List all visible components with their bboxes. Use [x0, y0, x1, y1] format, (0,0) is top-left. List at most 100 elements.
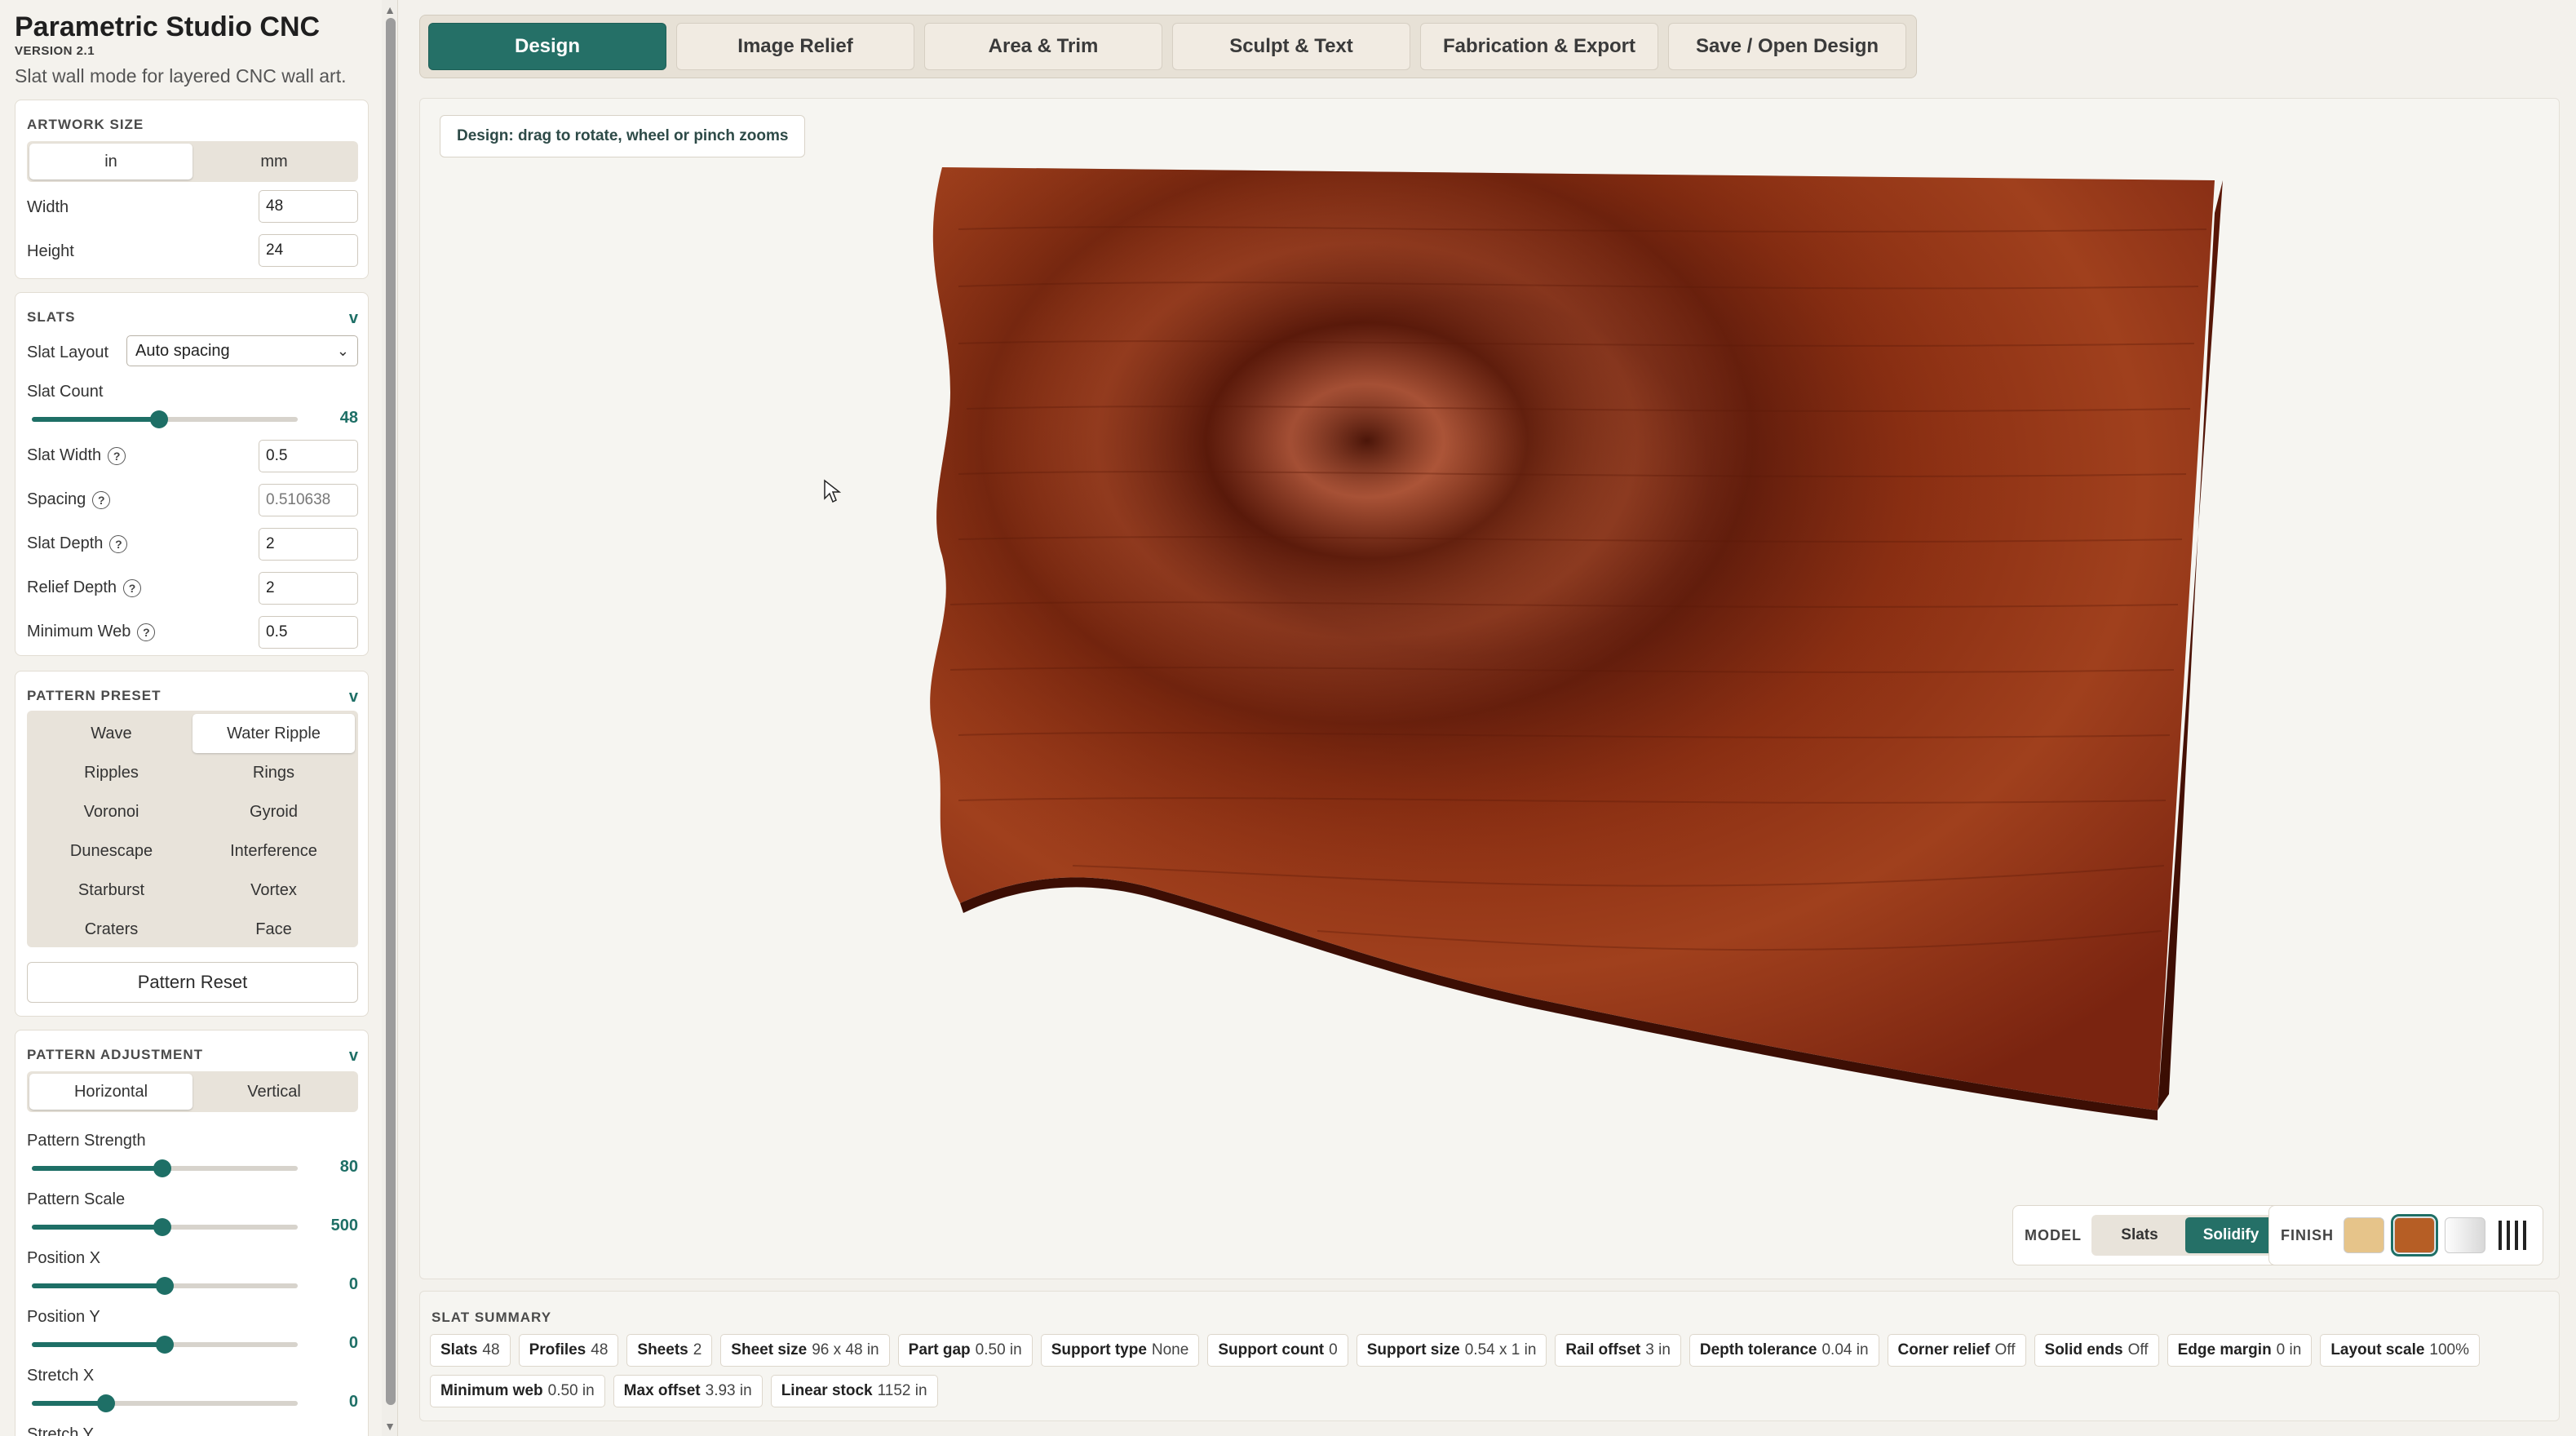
pattern-preset-panel: PATTERN PRESET v Wave Water Ripple Rippl… [15, 671, 369, 1017]
walnut-swatch[interactable] [2391, 1214, 2439, 1256]
app-title: Parametric Studio CNC [15, 11, 321, 42]
slider-knob[interactable] [153, 1218, 171, 1236]
preset-option[interactable]: Ripples [30, 753, 193, 792]
collapse-icon[interactable]: v [349, 309, 358, 328]
model-option-slats[interactable]: Slats [2094, 1217, 2185, 1253]
slat-depth-input[interactable]: 2 [259, 528, 358, 561]
maple-swatch[interactable] [2344, 1217, 2385, 1253]
preset-option[interactable]: Starburst [30, 871, 193, 910]
pattern-strength-slider[interactable] [32, 1159, 298, 1177]
width-input[interactable]: 48 [259, 190, 358, 223]
finish-label: FINISH [2281, 1226, 2335, 1243]
preset-option[interactable]: Vortex [193, 871, 355, 910]
tab-area-trim[interactable]: Area & Trim [924, 23, 1162, 70]
slider-knob[interactable] [150, 410, 169, 428]
tab-image-relief[interactable]: Image Relief [676, 23, 914, 70]
slider-knob[interactable] [153, 1159, 171, 1177]
preset-option[interactable]: Water Ripple [193, 714, 355, 753]
viewport-hint: Design: drag to rotate, wheel or pinch z… [440, 115, 806, 157]
tab-fabrication-export[interactable]: Fabrication & Export [1420, 23, 1658, 70]
summary-chip: Support size 0.54 x 1 in [1356, 1334, 1547, 1367]
pattern-adjustment-panel: PATTERN ADJUSTMENT v Horizontal Vertical… [15, 1030, 369, 1436]
slider-fill [32, 1166, 162, 1171]
artwork-size-panel: ARTWORK SIZE in mm Width 48 Height 24 [15, 100, 369, 279]
preset-option[interactable]: Gyroid [193, 792, 355, 831]
slat-layout-select[interactable]: Auto spacing ⌄ [126, 335, 358, 366]
summary-chip-label: Solid ends [2044, 1341, 2123, 1358]
preset-option[interactable]: Face [193, 910, 355, 949]
position-y-slider[interactable] [32, 1336, 298, 1354]
minimum-web-label: Minimum Web? [27, 623, 156, 641]
summary-chip-value: 2 [693, 1341, 702, 1358]
sidebar-scrollbar-thumb[interactable] [386, 18, 396, 1405]
finish-controls: FINISH [2268, 1205, 2544, 1265]
stretch-y-label: Stretch Y [27, 1425, 94, 1436]
summary-chip-value: 0.50 in [975, 1341, 1022, 1358]
stretch-x-label: Stretch X [27, 1367, 95, 1385]
scroll-down-icon[interactable]: ▼ [383, 1420, 396, 1433]
relief-depth-input[interactable]: 2 [259, 572, 358, 605]
help-icon[interactable]: ? [92, 490, 111, 509]
summary-chip-label: Part gap [908, 1341, 971, 1358]
summary-chip-label: Max offset [623, 1382, 701, 1399]
help-icon[interactable]: ? [137, 623, 156, 641]
minimum-web-input[interactable]: 0.5 [259, 616, 358, 649]
help-icon[interactable]: ? [109, 534, 128, 553]
panel-title: SLATS [27, 309, 76, 325]
summary-chip: Rail offset 3 in [1555, 1334, 1681, 1367]
unit-option-in[interactable]: in [29, 144, 193, 180]
pattern-scale-slider[interactable] [32, 1218, 298, 1236]
3d-viewport[interactable]: Design: drag to rotate, wheel or pinch z… [419, 98, 2560, 1279]
model-option-solidify[interactable]: Solidify [2185, 1217, 2277, 1253]
pattern-reset-button[interactable]: Pattern Reset [27, 962, 358, 1003]
slider-fill [32, 1225, 162, 1230]
tab-save-open[interactable]: Save / Open Design [1668, 23, 1906, 70]
slat-width-input[interactable]: 0.5 [259, 440, 358, 472]
scroll-up-icon[interactable]: ▲ [383, 3, 396, 16]
preset-option[interactable]: Rings [193, 753, 355, 792]
unit-option-mm[interactable]: mm [193, 144, 356, 180]
wall-art-model[interactable] [420, 99, 2561, 1280]
preset-option[interactable]: Interference [193, 831, 355, 871]
height-label: Height [27, 242, 74, 260]
position-x-slider[interactable] [32, 1277, 298, 1295]
summary-chip-value: 48 [591, 1341, 609, 1358]
orientation-horizontal[interactable]: Horizontal [29, 1074, 193, 1110]
summary-chip-label: Profiles [529, 1341, 586, 1358]
stretch-x-slider[interactable] [32, 1394, 298, 1412]
panel-title: PATTERN ADJUSTMENT [27, 1047, 204, 1062]
orientation-vertical[interactable]: Vertical [193, 1074, 356, 1110]
slats-panel: SLATS v Slat Layout Auto spacing ⌄ Slat C… [15, 292, 369, 656]
summary-title: SLAT SUMMARY [432, 1310, 552, 1325]
tab-sculpt-text[interactable]: Sculpt & Text [1172, 23, 1410, 70]
summary-chip: Support count 0 [1207, 1334, 1348, 1367]
slat-layout-label: Slat Layout [27, 343, 109, 361]
slats-view-icon[interactable] [2495, 1217, 2531, 1253]
height-input[interactable]: 24 [259, 234, 358, 267]
collapse-icon[interactable]: v [349, 688, 358, 707]
slat-count-label: Slat Count [27, 383, 104, 401]
panel-title: PATTERN PRESET [27, 688, 162, 703]
summary-chip: Sheet size 96 x 48 in [720, 1334, 890, 1367]
help-icon[interactable]: ? [123, 578, 142, 597]
summary-chip-value: Off [1994, 1341, 2016, 1358]
slat-count-slider[interactable] [32, 410, 298, 428]
slider-knob[interactable] [156, 1336, 174, 1354]
preset-option[interactable]: Voronoi [30, 792, 193, 831]
pattern-scale-value: 500 [330, 1217, 358, 1234]
spacing-input[interactable]: 0.510638 [259, 484, 358, 516]
preset-option[interactable]: Dunescape [30, 831, 193, 871]
slider-knob[interactable] [97, 1394, 116, 1412]
pattern-strength-label: Pattern Strength [27, 1132, 146, 1150]
help-icon[interactable]: ? [108, 446, 126, 465]
summary-chip: Depth tolerance 0.04 in [1689, 1334, 1879, 1367]
preset-option[interactable]: Wave [30, 714, 193, 753]
slat-width-label: Slat Width? [27, 446, 126, 465]
preset-option[interactable]: Craters [30, 910, 193, 949]
tab-design[interactable]: Design [428, 23, 666, 70]
summary-chip-label: Minimum web [440, 1382, 543, 1399]
collapse-icon[interactable]: v [349, 1047, 358, 1066]
slider-knob[interactable] [156, 1277, 174, 1295]
slat-summary: SLAT SUMMARY Slats 48 Profiles 48 Sheets 2 She… [419, 1291, 2560, 1421]
white-swatch[interactable] [2445, 1217, 2486, 1253]
